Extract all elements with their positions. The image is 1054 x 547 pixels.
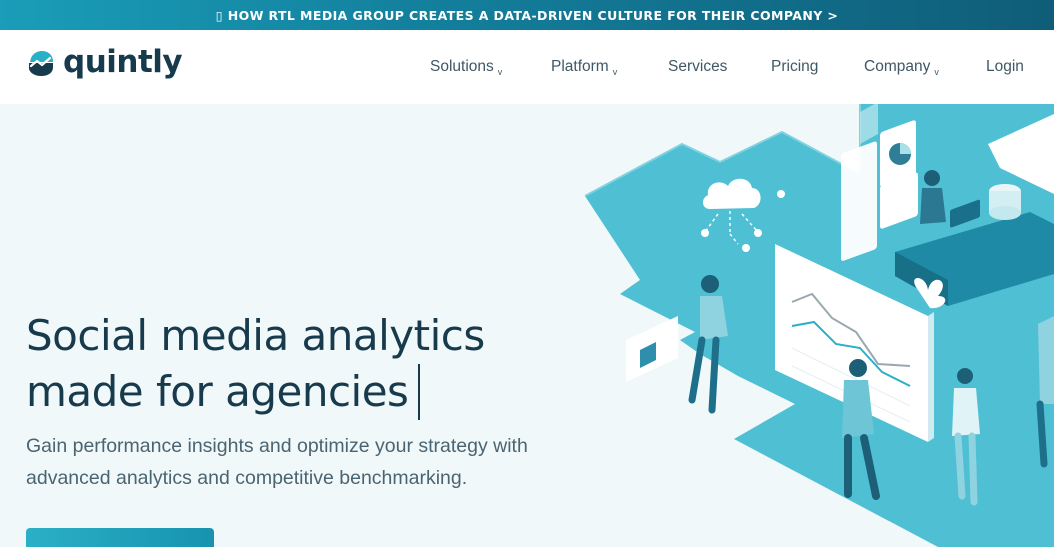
quintly-logo-icon (29, 50, 53, 76)
nav-platform[interactable]: Platform v (551, 58, 617, 77)
chevron-down-icon: v (497, 67, 503, 77)
chevron-down-icon: v (934, 67, 939, 77)
nav-company-label: Company (864, 58, 931, 75)
nav-pricing-label: Pricing (771, 58, 819, 75)
logo-text: quintly (63, 44, 183, 80)
nav-login-label: Login (986, 58, 1024, 75)
nav-services[interactable]: Services (668, 58, 727, 76)
hero-subtext: Gain performance insights and optimize y… (26, 435, 528, 489)
nav-solutions-label: Solutions (430, 58, 494, 75)
hero-illustration (584, 104, 1054, 547)
cta-button[interactable] (26, 528, 214, 547)
logo[interactable]: quintly (26, 44, 183, 80)
nav-platform-label: Platform (551, 58, 609, 75)
announcement-bar[interactable]: ▯ HOW RTL MEDIA GROUP CREATES A DATA-DRI… (0, 0, 1054, 30)
hero-headline-line1: Social media analytics (26, 311, 485, 360)
site-header: quintly Solutions v Platform v Services Pr… (0, 30, 1054, 104)
hero-headline: Social media analytics made for agencies (26, 308, 485, 420)
nav-services-label: Services (668, 58, 728, 75)
hero-headline-line2: made for agencies (26, 367, 409, 416)
nav-company[interactable]: Company v (864, 58, 939, 77)
nav-solutions[interactable]: Solutions v (430, 58, 502, 77)
chevron-down-icon: v (612, 67, 618, 77)
announcement-text[interactable]: ▯ HOW RTL MEDIA GROUP CREATES A DATA-DRI… (216, 8, 839, 23)
typing-caret (418, 364, 421, 420)
nav-login[interactable]: Login (986, 58, 1024, 76)
nav-pricing[interactable]: Pricing (771, 58, 818, 76)
hero-section: Social media analytics made for agencies… (0, 104, 1054, 547)
